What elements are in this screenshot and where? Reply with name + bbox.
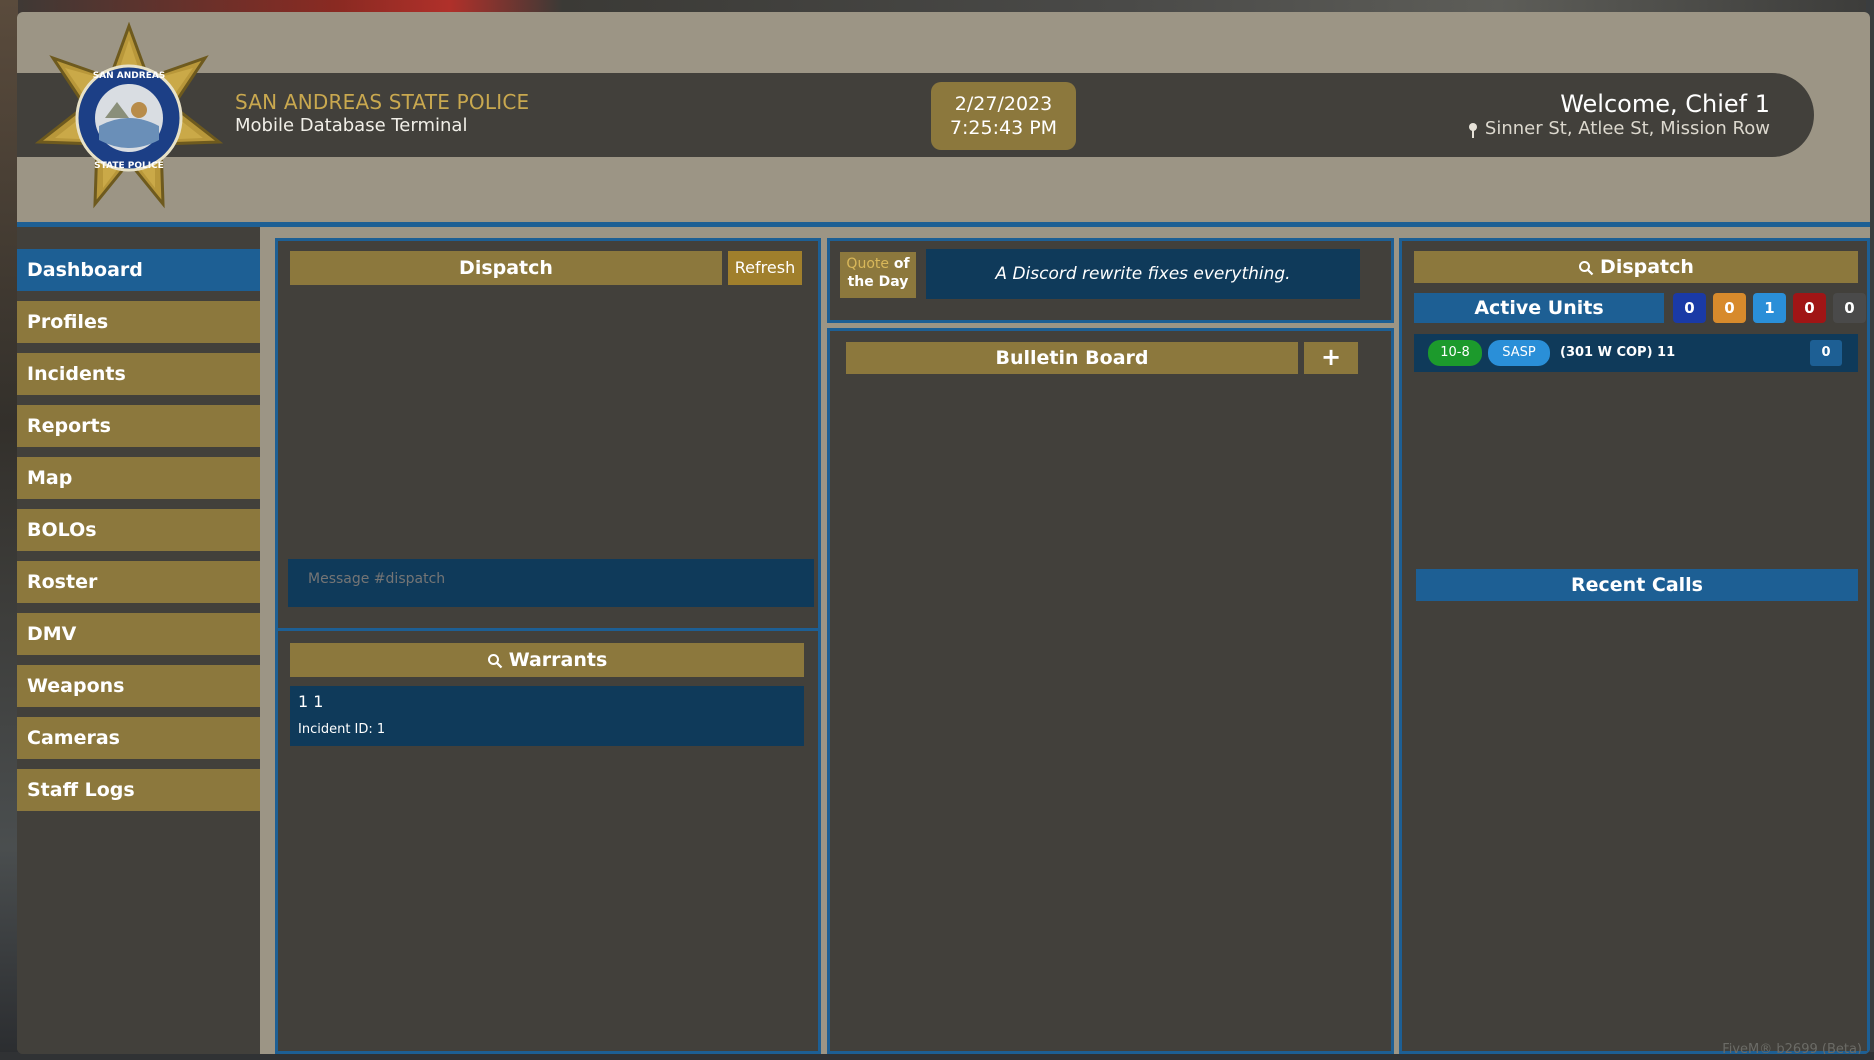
warrant-incident-id: Incident ID: 1 bbox=[298, 722, 386, 737]
svg-text:SAN ANDREAS: SAN ANDREAS bbox=[93, 71, 166, 81]
mdt-window: SAN ANDREAS STATE POLICE SAN ANDREAS STA… bbox=[17, 12, 1870, 1054]
unit-count-badge: 0 bbox=[1713, 293, 1746, 323]
quote-label-the-day: the Day bbox=[847, 274, 909, 290]
units-dispatch-title: Dispatch bbox=[1600, 256, 1694, 278]
quote-label-quote: Quote bbox=[846, 256, 889, 272]
quote-of-the-day-label: Quote of the Day bbox=[840, 252, 916, 298]
sidebar-item-incidents[interactable]: Incidents bbox=[17, 353, 260, 395]
add-bulletin-button[interactable]: + bbox=[1304, 342, 1358, 374]
warrants-title-bar: Warrants bbox=[290, 643, 804, 677]
current-date: 2/27/2023 bbox=[954, 93, 1053, 115]
location-text: Sinner St, Atlee St, Mission Row bbox=[1484, 118, 1770, 139]
game-background-left bbox=[0, 0, 18, 1060]
bulletin-panel: Bulletin Board + bbox=[827, 328, 1394, 1054]
svg-text:STATE POLICE: STATE POLICE bbox=[94, 161, 164, 171]
search-icon bbox=[487, 653, 502, 668]
terminal-subtitle: Mobile Database Terminal bbox=[235, 115, 468, 136]
warrant-item[interactable]: 1 1 Incident ID: 1 bbox=[290, 686, 804, 746]
warrants-title: Warrants bbox=[508, 649, 608, 671]
fivem-version-watermark: FiveM® b2699 (Beta) bbox=[1722, 1042, 1862, 1054]
welcome-message: Welcome, Chief 1 bbox=[1560, 90, 1770, 118]
unit-department-badge: SASP bbox=[1488, 340, 1550, 366]
sidebar-item-cameras[interactable]: Cameras bbox=[17, 717, 260, 759]
units-panel: Dispatch Active Units 0 0 1 0 0 10-8 SAS… bbox=[1399, 238, 1870, 1054]
header: SAN ANDREAS STATE POLICE SAN ANDREAS STA… bbox=[17, 12, 1870, 222]
dispatch-title: Dispatch bbox=[290, 251, 722, 285]
sidebar-item-roster[interactable]: Roster bbox=[17, 561, 260, 603]
refresh-button[interactable]: Refresh bbox=[728, 251, 802, 285]
warrant-name: 1 1 bbox=[298, 692, 324, 711]
unit-count-badge: 0 bbox=[1833, 293, 1866, 323]
datetime-display: 2/27/2023 7:25:43 PM bbox=[931, 82, 1076, 150]
quote-text: A Discord rewrite fixes everything. bbox=[926, 249, 1360, 299]
units-dispatch-title-bar: Dispatch bbox=[1414, 251, 1858, 283]
warrants-panel: Warrants 1 1 Incident ID: 1 bbox=[275, 628, 821, 1054]
sidebar-item-reports[interactable]: Reports bbox=[17, 405, 260, 447]
quote-label-of: of bbox=[893, 256, 910, 272]
unit-count-badge: 0 bbox=[1673, 293, 1706, 323]
sidebar-nav: Dashboard Profiles Incidents Reports Map… bbox=[17, 227, 260, 1054]
sidebar-item-weapons[interactable]: Weapons bbox=[17, 665, 260, 707]
active-unit-row[interactable]: 10-8 SASP (301 W COP) 11 0 bbox=[1414, 334, 1858, 372]
sidebar-item-staff-logs[interactable]: Staff Logs bbox=[17, 769, 260, 811]
unit-call-count: 0 bbox=[1810, 340, 1842, 366]
dispatch-message-input[interactable] bbox=[288, 559, 814, 607]
unit-status-badge[interactable]: 10-8 bbox=[1428, 340, 1482, 366]
current-time: 7:25:43 PM bbox=[949, 117, 1058, 139]
state-police-badge-logo: SAN ANDREAS STATE POLICE bbox=[35, 22, 223, 209]
quote-panel: Quote of the Day A Discord rewrite fixes… bbox=[827, 238, 1394, 323]
agency-name: SAN ANDREAS STATE POLICE bbox=[235, 90, 530, 114]
location-pin-icon bbox=[1468, 123, 1477, 138]
recent-calls-title: Recent Calls bbox=[1416, 569, 1858, 601]
sidebar-item-profiles[interactable]: Profiles bbox=[17, 301, 260, 343]
dispatch-panel: Dispatch Refresh bbox=[275, 238, 821, 633]
search-icon bbox=[1579, 260, 1594, 275]
sidebar-item-map[interactable]: Map bbox=[17, 457, 260, 499]
sidebar-item-dashboard[interactable]: Dashboard bbox=[17, 249, 260, 291]
unit-callsign: (301 W COP) 11 bbox=[1560, 345, 1676, 360]
unit-count-badge: 0 bbox=[1793, 293, 1826, 323]
current-location: Sinner St, Atlee St, Mission Row bbox=[1468, 118, 1770, 139]
sidebar-item-bolos[interactable]: BOLOs bbox=[17, 509, 260, 551]
sidebar-item-dmv[interactable]: DMV bbox=[17, 613, 260, 655]
active-units-title: Active Units bbox=[1414, 293, 1664, 323]
unit-count-badge: 1 bbox=[1753, 293, 1786, 323]
sidebar-divider bbox=[260, 227, 269, 1054]
bulletin-title: Bulletin Board bbox=[846, 342, 1298, 374]
